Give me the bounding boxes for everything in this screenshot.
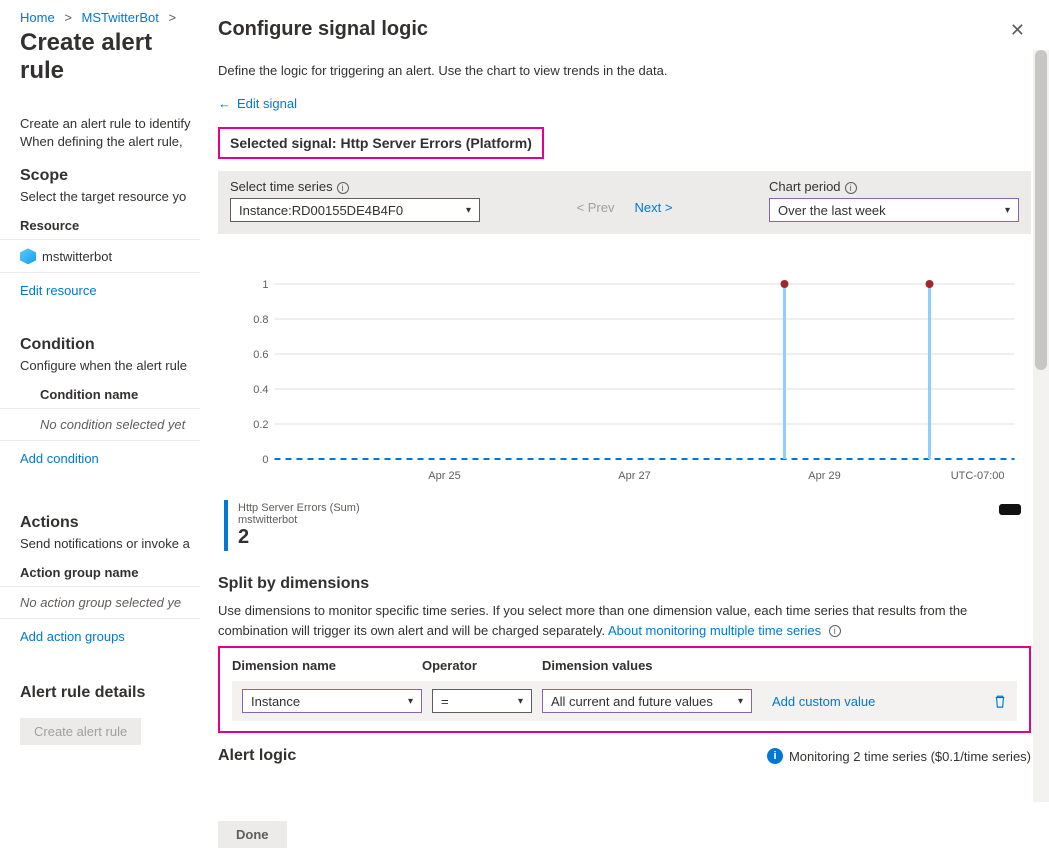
details-heading: Alert rule details	[0, 644, 220, 704]
resource-name: mstwitterbot	[42, 249, 112, 264]
svg-text:0.8: 0.8	[253, 314, 268, 326]
timeseries-select[interactable]: Instance:RD00155DE4B4F0 ▾	[230, 198, 480, 222]
condition-none-row: No condition selected yet	[0, 409, 220, 441]
scrollbar[interactable]	[1033, 50, 1049, 802]
scope-heading: Scope	[0, 151, 220, 189]
action-none-row: No action group selected ye	[0, 587, 220, 619]
info-icon[interactable]: i	[829, 625, 841, 637]
dimensions-box: Dimension name Operator Dimension values…	[218, 646, 1031, 733]
dim-col-values: Dimension values	[542, 658, 762, 673]
breadcrumb-sep2: >	[168, 10, 176, 25]
action-col-header: Action group name	[0, 559, 220, 587]
dimensions-heading: Split by dimensions	[218, 575, 1031, 593]
page-title: Create alert rule	[0, 29, 220, 95]
breadcrumb-home[interactable]: Home	[20, 10, 55, 25]
dimension-operator-select[interactable]: =▾	[432, 689, 532, 713]
selected-signal-prefix: Selected signal:	[230, 135, 340, 151]
breadcrumb-item[interactable]: MSTwitterBot	[82, 10, 159, 25]
resource-col-header: Resource	[0, 212, 220, 240]
svg-text:Apr 29: Apr 29	[808, 470, 840, 482]
svg-text:1: 1	[262, 279, 268, 291]
chevron-down-icon: ▾	[518, 696, 523, 707]
chart-legend: Http Server Errors (Sum) mstwitterbot 2	[224, 500, 370, 551]
delete-icon[interactable]	[993, 693, 1007, 709]
svg-text:0.6: 0.6	[253, 349, 268, 361]
add-condition-link[interactable]: Add condition	[20, 451, 99, 466]
dimensions-desc: Use dimensions to monitor specific time …	[218, 601, 988, 640]
chevron-down-icon: ▾	[738, 696, 743, 707]
chart: 1 0.8 0.6 0.4 0.2 0 Apr 25 Apr 27 Apr 29…	[218, 244, 1031, 494]
alert-logic-heading: Alert logic	[218, 747, 296, 765]
condition-heading: Condition	[0, 298, 220, 358]
next-page[interactable]: Next >	[635, 200, 673, 215]
timeseries-label: Select time seriesi	[230, 179, 480, 194]
monitoring-note: i Monitoring 2 time series ($0.1/time se…	[767, 748, 1031, 764]
dim-col-name: Dimension name	[232, 658, 422, 673]
svg-text:0.2: 0.2	[253, 419, 268, 431]
panel-subtitle: Define the logic for triggering an alert…	[218, 63, 1031, 78]
resource-row[interactable]: mstwitterbot	[0, 240, 220, 273]
scope-desc: Select the target resource yo	[0, 189, 220, 212]
close-icon[interactable]: ✕	[1004, 18, 1031, 43]
chart-period-label: Chart periodi	[769, 179, 1019, 194]
back-arrow-icon: ←	[218, 96, 231, 111]
legend-subtitle: mstwitterbot	[238, 514, 360, 526]
chart-period-select[interactable]: Over the last week ▾	[769, 198, 1019, 222]
breadcrumb-sep: >	[64, 10, 72, 25]
about-time-series-link[interactable]: About monitoring multiple time series	[608, 623, 821, 638]
selected-signal-value: Http Server Errors (Platform)	[340, 135, 531, 151]
dimension-name-select[interactable]: Instance▾	[242, 689, 422, 713]
condition-col-header: Condition name	[0, 381, 220, 409]
panel-title: Configure signal logic	[218, 18, 428, 41]
resource-icon	[20, 248, 36, 264]
chevron-down-icon: ▾	[408, 696, 413, 707]
actions-heading: Actions	[0, 466, 220, 536]
chart-timezone: UTC-07:00	[951, 470, 1005, 482]
svg-text:0: 0	[262, 454, 268, 466]
info-blue-icon: i	[767, 748, 783, 764]
svg-text:Apr 25: Apr 25	[428, 470, 460, 482]
svg-text:Apr 27: Apr 27	[618, 470, 650, 482]
add-action-link[interactable]: Add action groups	[20, 629, 125, 644]
dimension-values-select[interactable]: All current and future values▾	[542, 689, 752, 713]
legend-value: 2	[238, 526, 360, 549]
info-icon[interactable]: i	[845, 182, 857, 194]
info-icon[interactable]: i	[337, 182, 349, 194]
chevron-down-icon: ▾	[1005, 205, 1010, 216]
dimension-row: Instance▾ =▾ All current and future valu…	[232, 681, 1017, 721]
chart-toolbar: Select time seriesi Instance:RD00155DE4B…	[218, 171, 1031, 234]
condition-desc: Configure when the alert rule	[0, 358, 220, 381]
redacted-block	[999, 504, 1021, 515]
actions-desc: Send notifications or invoke a	[0, 536, 220, 559]
selected-signal-box: Selected signal: Http Server Errors (Pla…	[218, 127, 544, 159]
edit-signal-link[interactable]: Edit signal	[237, 96, 297, 111]
edit-resource-link[interactable]: Edit resource	[20, 283, 97, 298]
legend-title: Http Server Errors (Sum)	[238, 502, 360, 514]
intro-text: Create an alert rule to identify When de…	[0, 115, 220, 151]
add-custom-value-link[interactable]: Add custom value	[772, 694, 875, 709]
chevron-down-icon: ▾	[466, 205, 471, 216]
prev-page: < Prev	[577, 200, 615, 215]
dim-col-operator: Operator	[422, 658, 542, 673]
done-button[interactable]: Done	[218, 821, 287, 848]
scrollbar-thumb[interactable]	[1035, 50, 1047, 370]
create-alert-rule-button[interactable]: Create alert rule	[20, 718, 141, 745]
svg-text:0.4: 0.4	[253, 384, 268, 396]
